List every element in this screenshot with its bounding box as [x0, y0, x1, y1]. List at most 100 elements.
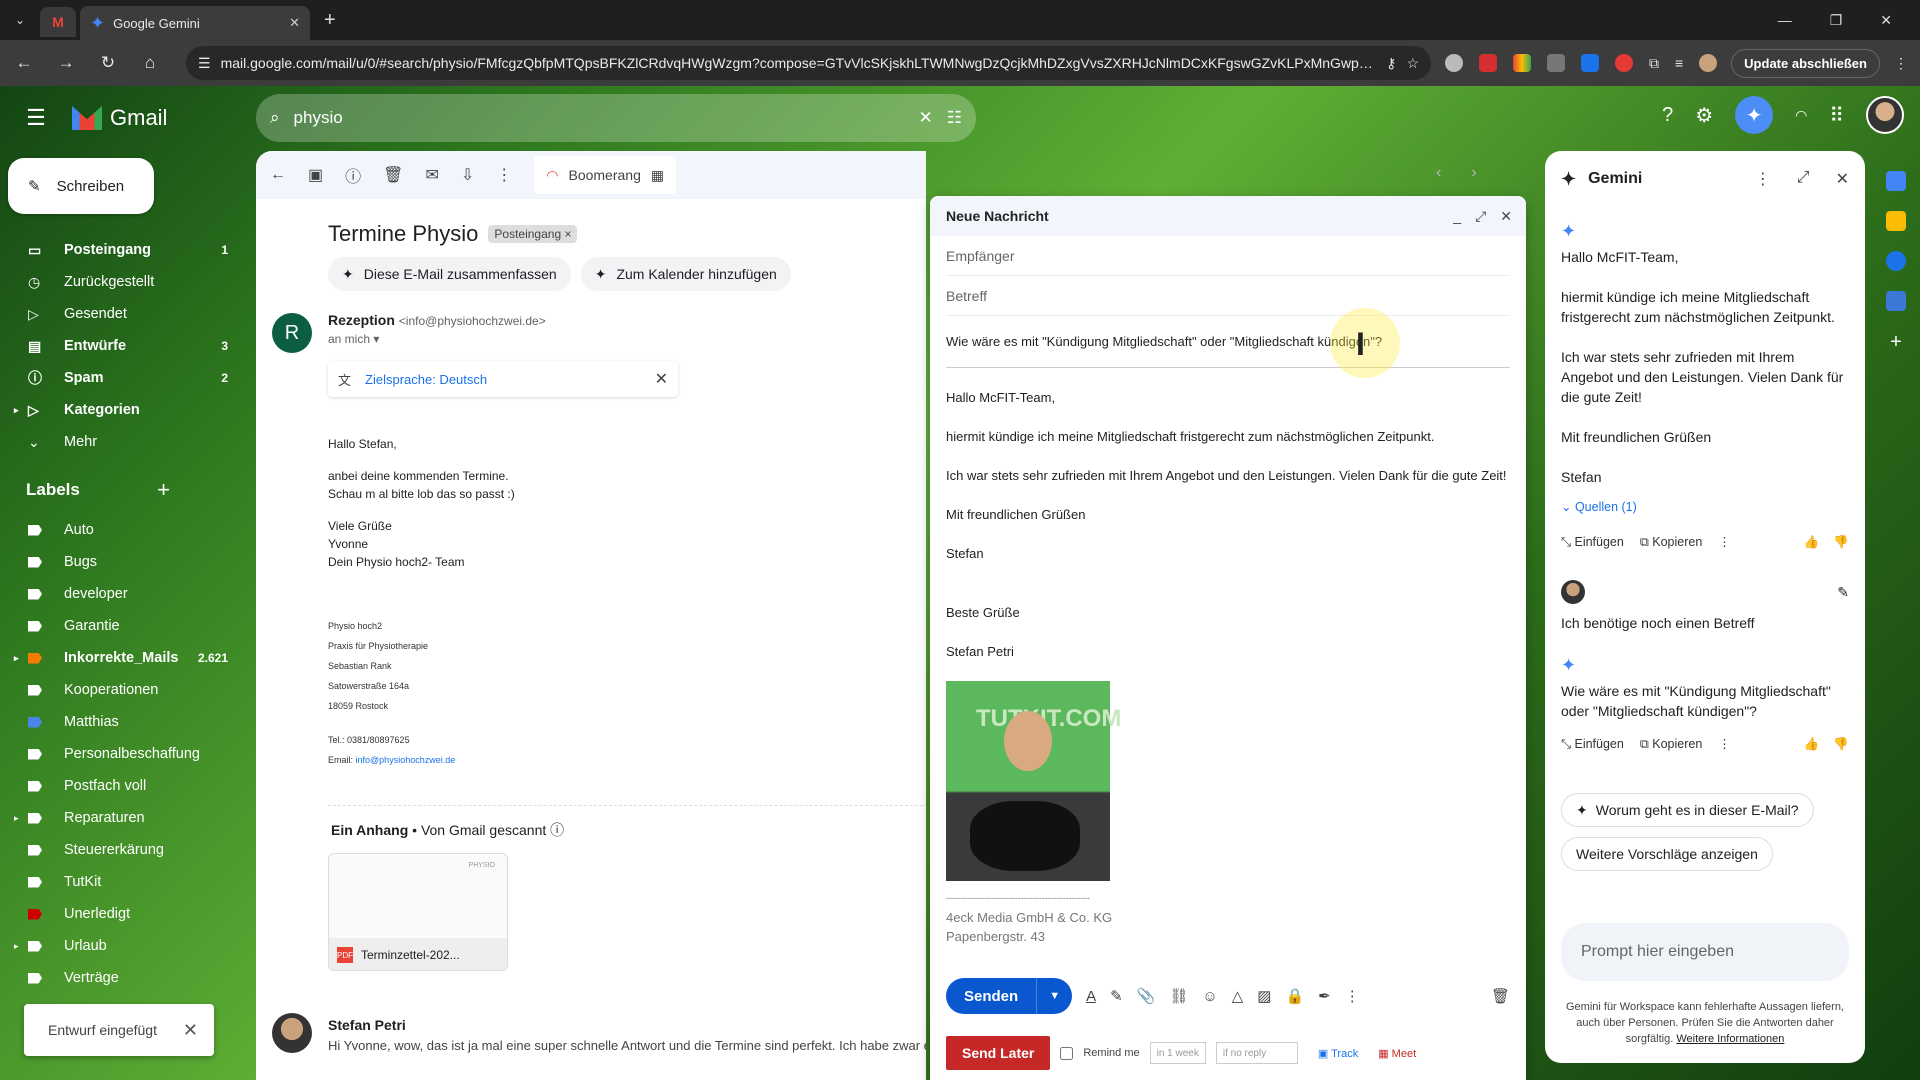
more-info-link[interactable]: Weitere Informationen	[1676, 1033, 1784, 1045]
attach-icon[interactable]: 📎	[1137, 987, 1156, 1005]
sidebar-label-item[interactable]: ▸ Urlaub	[0, 930, 250, 962]
popout-icon[interactable]: ⤢	[1475, 208, 1486, 225]
calendar-app-icon[interactable]	[1886, 171, 1906, 191]
compose-button[interactable]: ✎ Schreiben	[8, 158, 154, 214]
track-button[interactable]: ▣ Track	[1318, 1047, 1358, 1060]
settings-gear-icon[interactable]: ⚙	[1695, 103, 1713, 128]
minimize-icon[interactable]: —	[1778, 12, 1792, 29]
tab-search-icon[interactable]: ⌄	[0, 13, 40, 27]
thumbs-down-icon[interactable]: 👎	[1833, 532, 1849, 552]
extension-icon[interactable]	[1479, 54, 1497, 72]
send-options-icon[interactable]: ▼	[1036, 978, 1072, 1014]
sidebar-label-item[interactable]: Matthias	[0, 706, 250, 738]
insert-button[interactable]: ⤡ Einfügen	[1561, 532, 1624, 552]
archive-icon[interactable]: ▣	[308, 165, 323, 185]
recipient-field[interactable]: Empfänger	[946, 236, 1510, 276]
emoji-icon[interactable]: ☺	[1202, 988, 1217, 1005]
contacts-app-icon[interactable]	[1886, 291, 1906, 311]
copy-button[interactable]: ⧉ Kopieren	[1640, 532, 1702, 552]
sender-avatar[interactable]: R	[272, 313, 312, 353]
sender-name[interactable]: Rezeption	[328, 312, 395, 328]
sidebar-item-categories[interactable]: ▸ ▷ Kategorien	[0, 394, 250, 426]
sidebar-label-item[interactable]: ▸ Inkorrekte_Mails 2.621	[0, 642, 250, 674]
search-icon[interactable]: ⌕	[270, 108, 280, 128]
search-options-icon[interactable]: ☷	[947, 108, 962, 128]
signature-pen-icon[interactable]: ✒	[1318, 987, 1331, 1005]
reply-avatar[interactable]	[272, 1013, 312, 1053]
reload-icon[interactable]: ↻	[94, 53, 122, 73]
link-icon[interactable]: ⛓	[1169, 987, 1188, 1005]
suggestion-chip[interactable]: ✦ Worum geht es in dieser E-Mail?	[1561, 793, 1814, 827]
reading-list-icon[interactable]: ≡	[1675, 55, 1683, 71]
recipient-toggle[interactable]: an mich ▾	[328, 332, 546, 346]
thumbs-up-icon[interactable]: 👍	[1804, 734, 1820, 754]
extension-icon[interactable]	[1581, 54, 1599, 72]
remind-condition-select[interactable]: if no reply	[1215, 1042, 1298, 1064]
report-spam-icon[interactable]: ⓘ	[345, 163, 361, 187]
add-label-icon[interactable]: +	[157, 477, 170, 503]
more-options-icon[interactable]: ⋮	[496, 165, 512, 185]
new-tab-icon[interactable]: +	[324, 9, 336, 32]
send-button[interactable]: Senden	[946, 978, 1036, 1014]
bookmark-star-icon[interactable]: ☆	[1406, 55, 1419, 72]
tab-close-icon[interactable]: ✕	[289, 15, 300, 31]
chrome-menu-icon[interactable]: ⋮	[1894, 55, 1908, 72]
summarize-chip[interactable]: ✦ Diese E-Mail zusammenfassen	[328, 257, 571, 291]
tasks-app-icon[interactable]	[1886, 251, 1906, 271]
send-later-button[interactable]: Send Later	[946, 1036, 1051, 1070]
thumbs-down-icon[interactable]: 👎	[1833, 734, 1849, 754]
sidebar-label-item[interactable]: Steuererkärung	[0, 834, 250, 866]
sidebar-label-item[interactable]: Verträge	[0, 962, 250, 994]
drive-icon[interactable]: △	[1232, 987, 1244, 1005]
update-button[interactable]: Update abschließen	[1731, 48, 1880, 78]
keep-app-icon[interactable]	[1886, 211, 1906, 231]
key-icon[interactable]: ⚷	[1386, 55, 1396, 72]
search-bar[interactable]: ⌕ physio ✕ ☷	[256, 94, 976, 142]
expand-arrow-icon[interactable]: ▸	[14, 405, 19, 416]
expand-arrow-icon[interactable]: ▸	[14, 941, 19, 952]
back-to-list-icon[interactable]: ←	[270, 166, 286, 184]
apps-grid-icon[interactable]: ⠿	[1829, 103, 1844, 128]
sidebar-label-item[interactable]: Unerledigt	[0, 898, 250, 930]
sidebar-item-sent[interactable]: ▷ Gesendet	[0, 298, 250, 330]
expand-arrow-icon[interactable]: ▸	[14, 653, 19, 664]
sidebar-item-drafts[interactable]: ▤ Entwürfe 3	[0, 330, 250, 362]
tab-gmail[interactable]: M	[40, 7, 76, 37]
profile-avatar[interactable]	[1699, 54, 1718, 72]
gemini-toggle-icon[interactable]: ✦	[1735, 96, 1774, 134]
answer-more-icon[interactable]: ⋮	[1718, 532, 1731, 552]
toast-close-icon[interactable]: ✕	[183, 1020, 198, 1041]
sidebar-label-item[interactable]: Postfach voll	[0, 770, 250, 802]
sig-email-link[interactable]: info@physiohochzwei.de	[356, 755, 456, 765]
sidebar-item-more[interactable]: ⌄ Mehr	[0, 426, 250, 458]
back-icon[interactable]: ←	[10, 53, 38, 73]
inbox-tag[interactable]: Posteingang ×	[488, 225, 578, 243]
discard-draft-icon[interactable]: 🗑	[1491, 987, 1510, 1005]
add-app-icon[interactable]: +	[1878, 331, 1914, 354]
boomerang-button[interactable]: ◠ Boomerang ▦	[534, 156, 677, 194]
extension-icon[interactable]	[1445, 54, 1463, 72]
home-icon[interactable]: ⌂	[136, 53, 164, 73]
sidebar-label-item[interactable]: Garantie	[0, 610, 250, 642]
remind-period-select[interactable]: in 1 week	[1149, 1042, 1206, 1064]
reply-preview[interactable]: Stefan Petri Hi Yvonne, wow, das ist ja …	[328, 1017, 926, 1053]
remind-checkbox[interactable]	[1060, 1046, 1074, 1060]
clear-search-icon[interactable]: ✕	[919, 108, 933, 128]
main-menu-icon[interactable]: ☰	[0, 105, 72, 131]
prev-icon[interactable]: ‹	[1436, 164, 1441, 182]
calendar-icon[interactable]: ▦	[651, 167, 664, 184]
prompt-input[interactable]: Prompt hier eingeben	[1561, 923, 1849, 981]
sidebar-label-item[interactable]: TutKit	[0, 866, 250, 898]
sidebar-item-spam[interactable]: ⓘ Spam 2	[0, 362, 250, 394]
edit-prompt-icon[interactable]: ✎	[1837, 582, 1849, 602]
puzzle-icon[interactable]: ⧉	[1649, 55, 1659, 72]
address-bar[interactable]: ☰ mail.google.com/mail/u/0/#search/physi…	[186, 46, 1431, 80]
translate-close-icon[interactable]: ✕	[655, 369, 668, 389]
more-suggestions-button[interactable]: Weitere Vorschläge anzeigen	[1561, 837, 1773, 871]
sidebar-label-item[interactable]: developer	[0, 578, 250, 610]
sidebar-label-item[interactable]: Kooperationen	[0, 674, 250, 706]
info-icon[interactable]: ⓘ	[550, 822, 564, 838]
move-to-icon[interactable]: ⇩	[461, 165, 474, 185]
target-language-link[interactable]: Zielsprache: Deutsch	[365, 372, 487, 387]
window-close-icon[interactable]: ✕	[1880, 12, 1892, 29]
